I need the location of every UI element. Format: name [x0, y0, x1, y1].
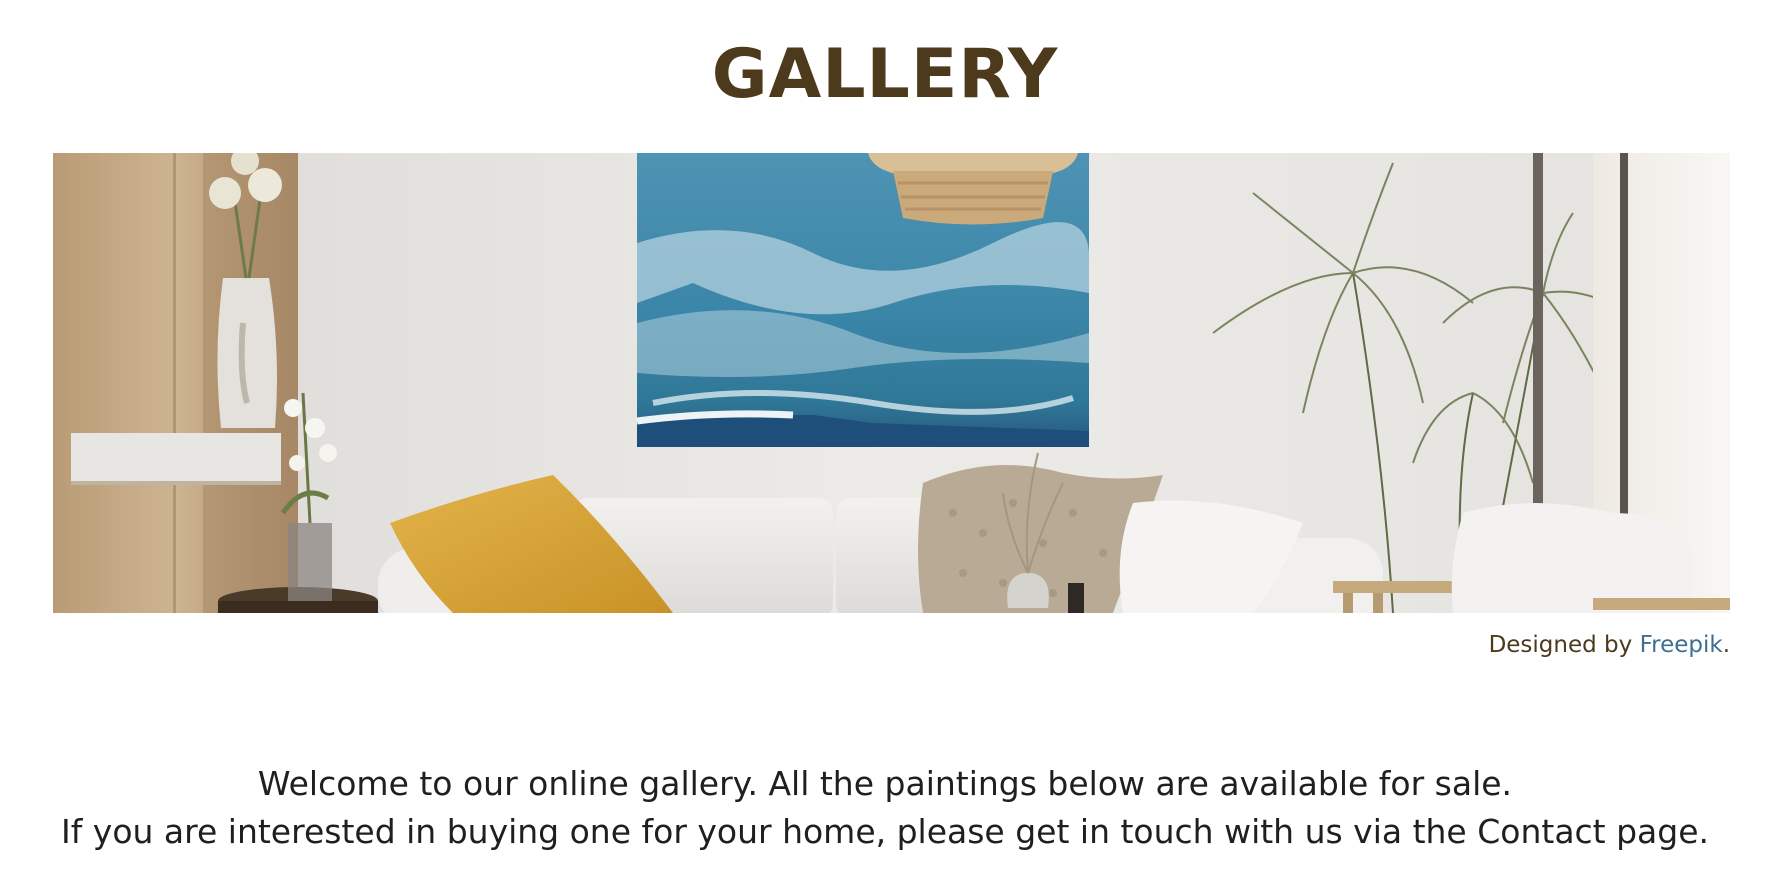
credit-suffix: .: [1722, 632, 1730, 658]
hero-image: [53, 153, 1730, 613]
intro-line-1: Welcome to our online gallery. All the p…: [257, 764, 1513, 803]
image-credit: Designed by Freepik.: [1489, 632, 1730, 658]
freepik-link[interactable]: Freepik: [1640, 632, 1723, 658]
intro-line-2: If you are interested in buying one for …: [60, 812, 1710, 851]
credit-prefix: Designed by: [1488, 632, 1640, 658]
intro-text: Welcome to our online gallery. All the p…: [0, 760, 1770, 856]
gallery-page: GALLERY Designed by Freepik. Welcome to …: [0, 0, 1770, 886]
page-title: GALLERY: [711, 35, 1059, 114]
